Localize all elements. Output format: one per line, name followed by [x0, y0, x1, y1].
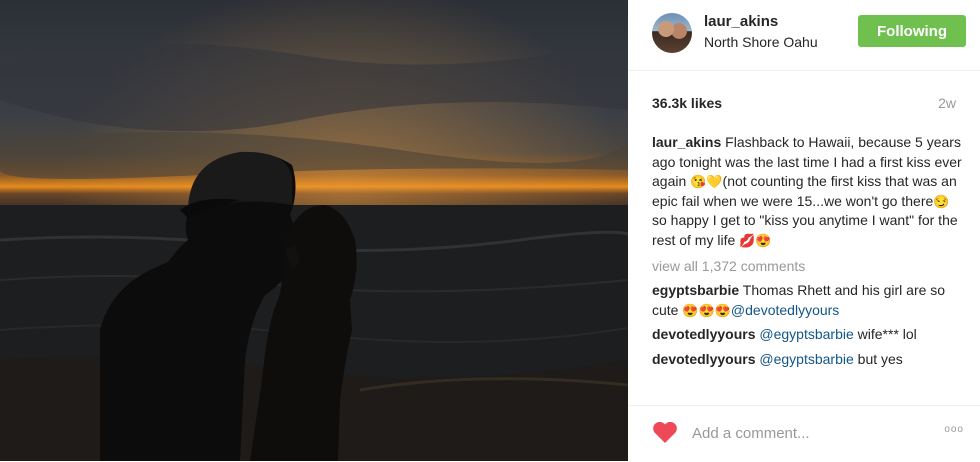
comment-item: devotedlyyours @egyptsbarbie wife*** lol [652, 325, 962, 345]
caption-text-3: so happy I get to "kiss you anytime I wa… [652, 212, 958, 248]
sunset-couple-image [0, 0, 628, 461]
comment-emoji: 😍😍😍 [682, 302, 731, 318]
avatar[interactable] [652, 13, 692, 53]
comment-after: wife*** lol [853, 326, 917, 343]
comment-mention[interactable]: @devotedlyyours [731, 302, 839, 318]
post-footer: ooo [628, 405, 980, 462]
comment-item: egyptsbarbie Thomas Rhett and his girl a… [652, 281, 962, 320]
comment-mention[interactable]: @egyptsbarbie [759, 326, 853, 342]
likes-count[interactable]: 36.3k likes [652, 95, 722, 111]
caption-emoji-2: 😏 [933, 193, 950, 209]
caption-emoji-3: 💋😍 [739, 232, 772, 248]
comment-mention[interactable]: @egyptsbarbie [759, 351, 853, 367]
view-all-comments-link[interactable]: view all 1,372 comments [652, 257, 962, 277]
post-details-panel: laur_akins North Shore Oahu Following 36… [628, 0, 980, 461]
comment-username[interactable]: devotedlyyours [652, 351, 755, 367]
like-heart-icon[interactable] [652, 420, 678, 444]
more-options-icon[interactable]: ooo [944, 424, 964, 435]
comment-item: devotedlyyours @egyptsbarbie but yes [652, 350, 962, 370]
post-author-username[interactable]: laur_akins [704, 13, 778, 30]
following-button[interactable]: Following [858, 15, 966, 47]
comment-username[interactable]: egyptsbarbie [652, 282, 739, 298]
caption: laur_akins Flashback to Hawaii, because … [652, 133, 962, 251]
comments-section: laur_akins Flashback to Hawaii, because … [652, 133, 962, 391]
post-photo[interactable] [0, 0, 628, 461]
post-header: laur_akins North Shore Oahu Following [628, 0, 980, 71]
post-time[interactable]: 2w [938, 95, 956, 111]
caption-username[interactable]: laur_akins [652, 134, 721, 150]
comment-after: but yes [853, 350, 903, 367]
caption-emoji-1: 😘💛 [690, 174, 723, 190]
add-comment-input[interactable] [690, 418, 924, 448]
comment-username[interactable]: devotedlyyours [652, 326, 755, 342]
post-location[interactable]: North Shore Oahu [704, 34, 818, 50]
post-stats: 36.3k likes 2w [652, 95, 956, 111]
